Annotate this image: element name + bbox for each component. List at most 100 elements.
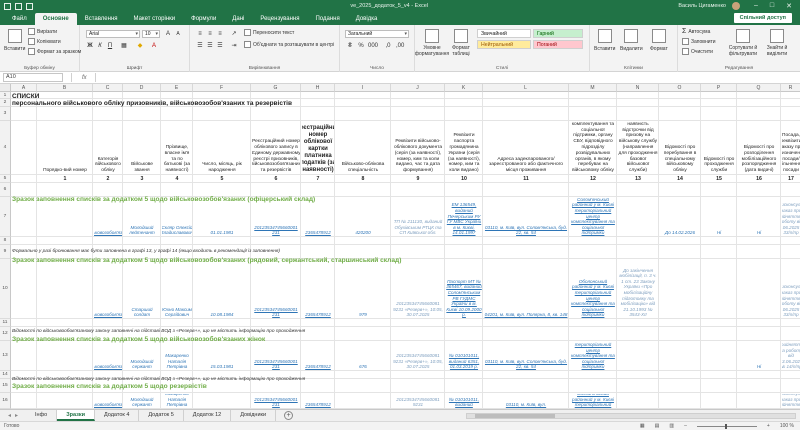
data-cell-position[interactable]: Сестра медична; наказ про прийняття на р… <box>782 342 800 370</box>
sheet-tab-appendix12[interactable]: Додаток 12 <box>184 410 232 421</box>
align-top-icon[interactable]: ≡ <box>196 30 204 38</box>
sheet-tab-samples[interactable]: Зразки <box>57 410 95 421</box>
column-header[interactable]: P <box>701 84 737 92</box>
column-header[interactable]: C <box>93 84 123 92</box>
zoom-level[interactable]: 100 % <box>780 423 794 429</box>
row-header[interactable]: 12 <box>0 327 11 341</box>
data-cell-deferral[interactable] <box>618 342 658 370</box>
decrease-font-icon[interactable]: A <box>174 30 182 38</box>
add-sheet-button[interactable]: + <box>284 411 294 420</box>
data-cell-rank[interactable]: Молодший сержант <box>124 394 160 408</box>
data-cell-doc[interactable]: ТП № 211130, виданий Обухівським РТЦК та… <box>392 198 444 236</box>
data-cell-doc[interactable]: 20123534745660081 9231 «Резерв+», 10:05,… <box>392 260 444 318</box>
column-title[interactable]: Категорія військового обліку <box>94 122 122 174</box>
tab-page-layout[interactable]: Макет сторінки <box>126 13 184 25</box>
zoom-in-icon[interactable]: + <box>767 423 770 429</box>
data-cell-address[interactable]: 03110, м. Київ, вул. Солом'янська, буд. … <box>484 198 568 236</box>
row-header[interactable]: 2 <box>0 99 11 107</box>
data-cell-rank[interactable]: Молодший лейтенант <box>124 198 160 236</box>
column-header[interactable]: G <box>251 84 301 92</box>
redo-icon[interactable] <box>26 2 33 10</box>
row-header[interactable]: 5 <box>0 175 11 183</box>
zoom-out-icon[interactable]: – <box>684 423 687 429</box>
indent-icon[interactable]: ⇥ <box>230 42 238 50</box>
data-cell-rank[interactable]: Старший солдат <box>124 260 160 318</box>
align-right-icon[interactable]: ☰ <box>216 42 224 50</box>
column-title[interactable]: Порядко-вий номер <box>38 122 92 174</box>
row-header[interactable]: 6 <box>0 183 11 197</box>
column-title[interactable]: Прізвище, власне ім'я та по батькові (за… <box>162 122 192 174</box>
format-as-table-button[interactable]: Формат таблиці <box>449 29 473 57</box>
italic-button[interactable]: К <box>96 42 104 50</box>
data-cell-address[interactable]: 04201, м. Київ, вул. Полярна, 8, кв. 148 <box>484 260 568 318</box>
data-cell-passport[interactable]: Паспорт МТ № 365467, виданий Солом'янськ… <box>446 260 482 318</box>
column-number[interactable]: 6 <box>251 176 301 182</box>
column-header[interactable]: A <box>11 84 37 92</box>
percent-icon[interactable]: % <box>357 42 365 50</box>
data-cell-mobil[interactable]: Ні <box>738 342 780 370</box>
data-cell-position[interactable]: Юрисконсульт; наказ про прийняття на <box>782 394 800 408</box>
data-cell-vos[interactable]: 676 <box>336 342 390 370</box>
data-cell-special[interactable] <box>660 260 700 318</box>
insert-cells-button[interactable]: Вставити <box>594 29 615 52</box>
find-select-button[interactable]: Знайти й виділити <box>762 29 792 57</box>
row-header[interactable]: 9 <box>0 245 11 259</box>
data-cell-position[interactable]: Юрисконсульт; наказ про прийняття на роб… <box>782 198 800 236</box>
data-cell-tck[interactable]: Солом'янський районний у м. Києві терито… <box>570 198 616 236</box>
style-bad[interactable]: Поганий <box>533 40 583 49</box>
data-cell-name[interactable]: Макаренко Наталія Петрівна <box>162 342 192 370</box>
row-header[interactable]: 14 <box>0 371 11 379</box>
zoom-slider[interactable] <box>696 423 757 429</box>
align-center-icon[interactable]: ☰ <box>206 42 214 50</box>
column-title[interactable]: Військове звання <box>124 122 160 174</box>
column-header[interactable]: H <box>301 84 335 92</box>
data-cell-tax[interactable]: 2365478912 <box>302 260 334 318</box>
column-title[interactable]: Найменування територіального центру комп… <box>570 122 616 174</box>
data-cell-passport[interactable]: ЕМ 136549, виданий Печерським РУ ГУ МВС … <box>446 198 482 236</box>
tab-home[interactable]: Основне <box>34 13 77 25</box>
sheet-title[interactable]: СПИСКИ <box>12 93 39 100</box>
sheet-tab-references[interactable]: Довідники <box>231 410 277 421</box>
column-number[interactable]: 10 <box>445 176 483 182</box>
data-cell-vos[interactable]: 420200 <box>336 198 390 236</box>
row-header[interactable]: 8 <box>0 237 11 245</box>
data-cell-deferral[interactable] <box>618 198 658 236</box>
column-number[interactable]: 12 <box>569 176 617 182</box>
data-cell-doc[interactable]: 20123534745660081 9231 <box>392 394 444 408</box>
column-header[interactable]: M <box>569 84 617 92</box>
format-cells-button[interactable]: Формат <box>650 29 668 52</box>
column-number[interactable]: 2 <box>93 176 123 182</box>
data-cell-dob[interactable]: 01.01.1981 <box>194 198 250 236</box>
save-icon[interactable] <box>4 2 11 10</box>
data-cell-category[interactable]: Військовозобов'язаний <box>94 394 122 408</box>
data-cell-mobil[interactable]: Ні <box>738 198 780 236</box>
column-title[interactable]: Відомості про розподілення мобілізаційно… <box>738 122 780 174</box>
spreadsheet-grid[interactable]: ABCDEFGHIJKLMNOPQR 1 2 3 4 5 6 7 8 9 10 11 12 13 14 15… <box>0 84 800 409</box>
data-cell-position[interactable]: Юрисконсульт; наказ про прийняття на роб… <box>782 260 800 318</box>
note-row14[interactable]: Відомості по військовообов'язаному закон… <box>12 377 305 382</box>
data-cell-tck[interactable]: Солом'янський районний у м. Києві терито… <box>570 394 616 408</box>
row-header[interactable]: 13 <box>0 341 11 371</box>
row-header[interactable]: 1 <box>0 92 11 99</box>
sheet-subtitle[interactable]: персонального військового обліку призовн… <box>12 100 292 107</box>
data-cell-service[interactable] <box>702 260 736 318</box>
column-title[interactable]: Реєстраційний номер облікової картки пла… <box>302 122 334 174</box>
column-title[interactable]: Відомості про проходження служби <box>702 122 736 174</box>
column-header[interactable]: N <box>617 84 659 92</box>
sheet-tab-appendix4[interactable]: Додаток 4 <box>95 410 140 421</box>
column-header[interactable]: J <box>391 84 445 92</box>
paste-button[interactable]: Вставити <box>4 29 25 52</box>
tab-file[interactable]: Файл <box>4 13 35 25</box>
column-title[interactable]: Реєстраційний номер облікового запису в … <box>252 122 300 174</box>
column-title[interactable]: Відомості про наявність відстрочки від п… <box>618 122 658 174</box>
currency-icon[interactable]: ₴ <box>346 42 354 50</box>
data-cell-dob[interactable]: 15.03.1981 <box>194 342 250 370</box>
style-good[interactable]: Гарний <box>533 29 583 38</box>
font-color-icon[interactable]: A <box>150 42 158 50</box>
maximize-button[interactable]: □ <box>770 2 774 10</box>
row-header[interactable]: 11 <box>0 319 11 327</box>
sort-filter-button[interactable]: Сортувати й фільтрувати <box>728 29 758 57</box>
column-title[interactable]: Військово-обліковa спеціальність <box>336 122 390 174</box>
data-cell-reg[interactable]: 20123534745660001 231 <box>252 260 300 318</box>
column-header[interactable]: E <box>161 84 193 92</box>
